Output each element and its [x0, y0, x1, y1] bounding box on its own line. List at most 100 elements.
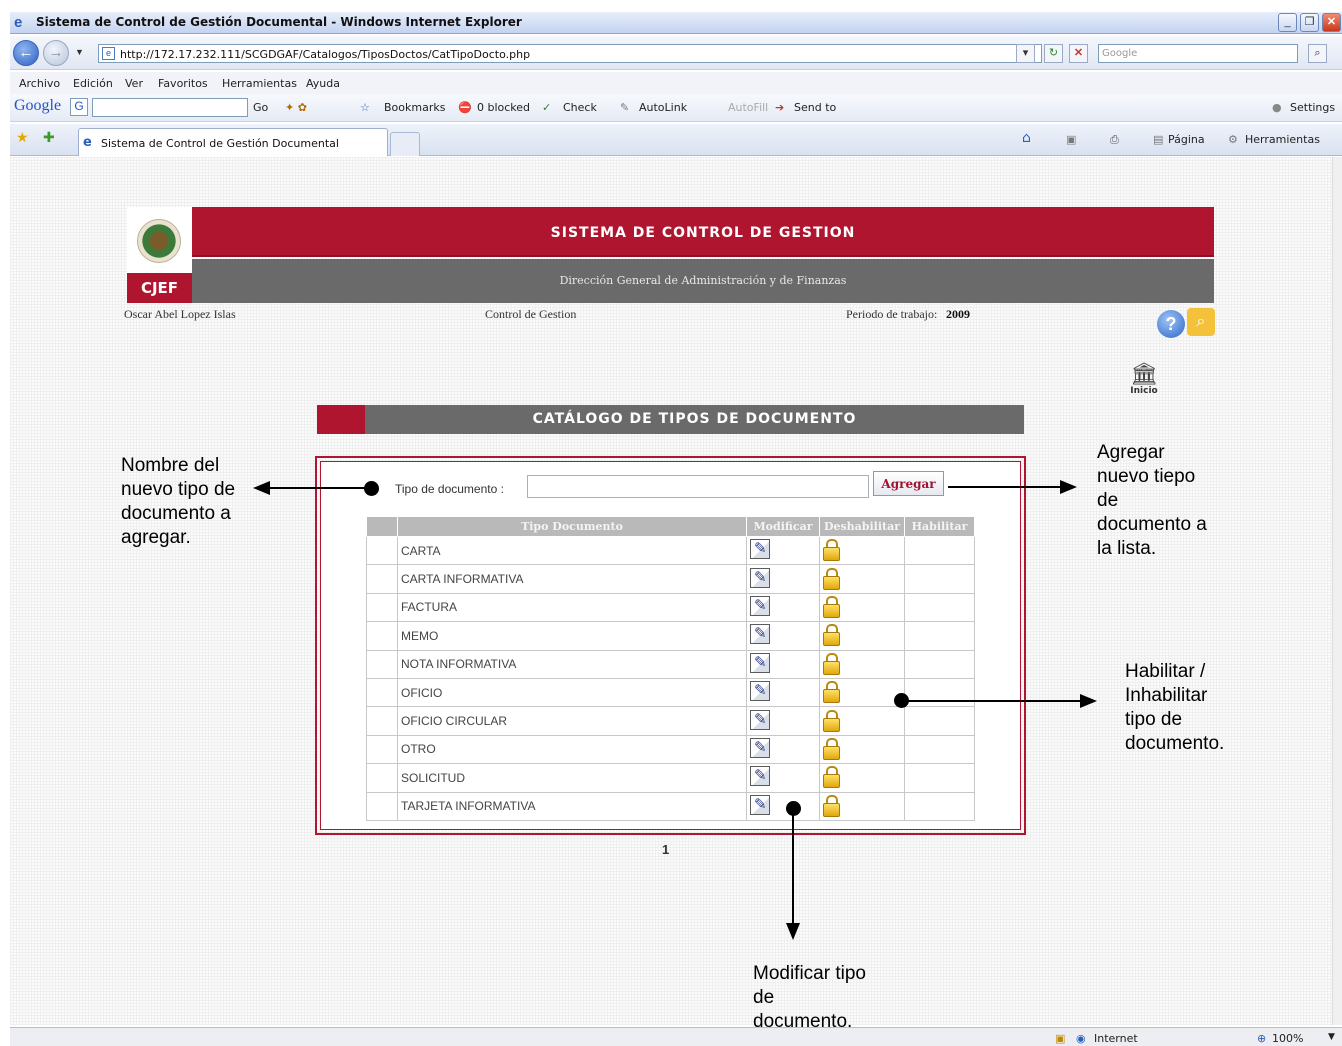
- page-menu-button[interactable]: Página: [1168, 133, 1205, 146]
- menu-favoritos[interactable]: Favoritos: [158, 77, 208, 90]
- row-selector[interactable]: [366, 763, 398, 793]
- zoom-icon[interactable]: ⊕: [1257, 1032, 1266, 1045]
- tools-menu-button[interactable]: Herramientas: [1245, 133, 1320, 146]
- lock-icon[interactable]: [823, 567, 840, 590]
- autofill-button[interactable]: AutoFill: [728, 101, 768, 114]
- row-selector[interactable]: [366, 791, 398, 821]
- autolink-button[interactable]: AutoLink: [639, 101, 687, 114]
- zoom-level[interactable]: 100%: [1272, 1032, 1303, 1045]
- vertical-scrollbar[interactable]: [1332, 157, 1342, 1025]
- enable-cell[interactable]: [904, 649, 975, 679]
- zoom-dropdown-icon[interactable]: ▼: [1328, 1032, 1335, 1042]
- popup-blocked-count[interactable]: 0 blocked: [477, 101, 530, 114]
- refresh-button[interactable]: ↻: [1044, 44, 1063, 63]
- menu-ver[interactable]: Ver: [125, 77, 143, 90]
- help-icon[interactable]: ?: [1157, 310, 1185, 338]
- edit-icon[interactable]: [750, 539, 770, 560]
- search-icon[interactable]: ⌕: [1187, 308, 1215, 336]
- row-selector[interactable]: [366, 564, 398, 594]
- col-blank: [366, 516, 398, 537]
- print-icon[interactable]: ⎙: [1110, 133, 1119, 147]
- google-search-field[interactable]: [92, 98, 248, 117]
- lock-icon[interactable]: [823, 766, 840, 789]
- add-favorite-icon[interactable]: ✚: [43, 130, 55, 146]
- lock-icon[interactable]: [823, 539, 840, 562]
- add-button[interactable]: Agregar: [873, 471, 944, 496]
- row-selector[interactable]: [366, 535, 398, 566]
- feeds-icon[interactable]: ▣: [1066, 133, 1076, 146]
- favorites-star-icon[interactable]: ★: [16, 130, 29, 146]
- row-selector[interactable]: [366, 649, 398, 679]
- table-row: OTRO: [366, 734, 975, 765]
- star-icon[interactable]: ☆: [360, 101, 370, 114]
- google-g-icon[interactable]: G: [70, 98, 88, 116]
- tab-label: Sistema de Control de Gestión Documental: [101, 137, 339, 150]
- menu-herramientas[interactable]: Herramientas: [222, 77, 297, 90]
- maximize-button[interactable]: ❐: [1300, 13, 1319, 32]
- enable-cell[interactable]: [904, 677, 975, 708]
- stop-button[interactable]: ✕: [1069, 44, 1088, 63]
- edit-icon[interactable]: [750, 595, 770, 616]
- menu-archivo[interactable]: Archivo: [19, 77, 60, 90]
- enable-cell[interactable]: [904, 592, 975, 623]
- minimize-button[interactable]: _: [1278, 13, 1297, 32]
- send-to-button[interactable]: Send to: [794, 101, 836, 114]
- pagination-page[interactable]: 1: [662, 842, 669, 857]
- menu-edicion[interactable]: Edición: [73, 77, 113, 90]
- address-url[interactable]: http://172.17.232.111/SCGDGAF/Catalogos/…: [120, 48, 530, 61]
- lock-icon[interactable]: [823, 595, 840, 618]
- back-button[interactable]: ←: [13, 40, 39, 66]
- lock-icon[interactable]: [823, 737, 840, 760]
- settings-button[interactable]: Settings: [1290, 101, 1335, 114]
- system-subtitle: Dirección General de Administración y de…: [559, 274, 847, 287]
- enable-cell[interactable]: [904, 564, 975, 594]
- edit-icon[interactable]: [750, 794, 770, 815]
- google-go-button[interactable]: Go: [253, 101, 268, 114]
- enable-cell[interactable]: [904, 791, 975, 821]
- lock-icon[interactable]: [823, 624, 840, 647]
- document-type-name: NOTA INFORMATIVA: [397, 649, 747, 679]
- enable-cell[interactable]: [904, 706, 975, 736]
- lock-icon[interactable]: [823, 709, 840, 732]
- national-seal-icon: [137, 219, 181, 263]
- enable-cell[interactable]: [904, 535, 975, 566]
- menu-ayuda[interactable]: Ayuda: [306, 77, 340, 90]
- address-field[interactable]: e http://172.17.232.111/SCGDGAF/Catalogo…: [98, 44, 1042, 63]
- modify-cell: [746, 763, 820, 793]
- lock-icon[interactable]: [823, 652, 840, 675]
- col-tipo-documento: Tipo Documento: [397, 516, 747, 537]
- institution-icon: 🏛: [1130, 361, 1158, 386]
- bookmarks-button[interactable]: Bookmarks: [384, 101, 445, 114]
- edit-icon[interactable]: [750, 766, 770, 787]
- close-button[interactable]: ✕: [1322, 13, 1341, 32]
- search-icon[interactable]: ⌕: [1308, 44, 1327, 63]
- edit-icon[interactable]: [750, 567, 770, 588]
- row-selector[interactable]: [366, 621, 398, 651]
- edit-icon[interactable]: [750, 709, 770, 730]
- col-deshabilitar: Deshabilitar: [819, 516, 905, 537]
- history-dropdown-icon[interactable]: ▼: [75, 47, 84, 57]
- lock-icon[interactable]: [823, 794, 840, 817]
- home-button-icon[interactable]: ⌂: [1022, 130, 1031, 146]
- check-button[interactable]: Check: [563, 101, 597, 114]
- edit-icon[interactable]: [750, 737, 770, 758]
- home-link[interactable]: 🏛 Inicio: [1124, 362, 1164, 400]
- edit-icon[interactable]: [750, 652, 770, 673]
- lock-icon[interactable]: [823, 681, 840, 704]
- document-type-input[interactable]: [527, 475, 869, 498]
- new-tab-button[interactable]: [390, 132, 420, 156]
- enable-cell[interactable]: [904, 621, 975, 651]
- row-selector[interactable]: [366, 677, 398, 708]
- google-extras-icon[interactable]: ✦ ✿: [285, 101, 307, 114]
- forward-button[interactable]: →: [43, 40, 69, 66]
- row-selector[interactable]: [366, 706, 398, 736]
- edit-icon[interactable]: [750, 681, 770, 702]
- tab-active[interactable]: e Sistema de Control de Gestión Document…: [78, 128, 388, 156]
- search-field[interactable]: Google: [1098, 44, 1298, 63]
- edit-icon[interactable]: [750, 624, 770, 645]
- enable-cell[interactable]: [904, 734, 975, 765]
- address-dropdown-button[interactable]: ▾: [1016, 44, 1035, 63]
- enable-cell[interactable]: [904, 763, 975, 793]
- row-selector[interactable]: [366, 734, 398, 765]
- row-selector[interactable]: [366, 592, 398, 623]
